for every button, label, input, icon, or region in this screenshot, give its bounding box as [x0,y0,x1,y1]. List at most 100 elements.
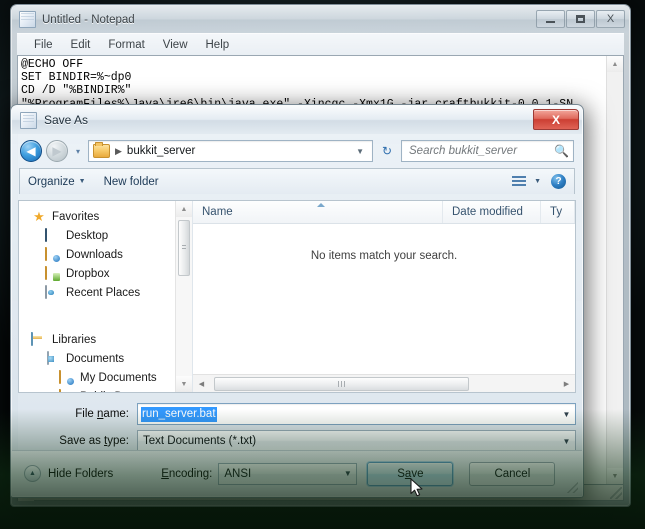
close-button[interactable]: X [596,10,625,28]
folder-icon [59,388,61,392]
navigation-pane-scrollbar[interactable]: ▲ ▼ [175,201,192,392]
file-list-body[interactable]: No items match your search. [193,224,575,374]
scroll-up-icon[interactable]: ▲ [176,201,192,217]
column-header-date-modified[interactable]: Date modified [443,201,541,223]
folder-icon [93,142,110,158]
resize-grip[interactable] [610,486,622,499]
search-input[interactable]: Search bukkit_server 🔍 [401,140,574,162]
menu-item-view[interactable]: View [154,37,197,53]
history-dropdown-icon[interactable]: ▾ [72,147,84,156]
dialog-title: Save As [44,113,89,127]
save-as-dialog: Save As X ◀ ▶ ▾ ▶ bukkit_server ▼ ↻ Sear… [10,104,584,498]
new-folder-label: New folder [103,175,159,188]
dialog-button-bar: ▲ Hide Folders Encoding: ANSI ▼ Save Can… [12,450,582,496]
menu-item-help[interactable]: Help [197,37,239,53]
chevron-up-icon: ▲ [24,465,41,482]
desktop-icon [45,227,47,242]
notepad-window-controls: X [536,10,625,28]
scroll-left-icon[interactable]: ◀ [193,375,210,392]
forward-button[interactable]: ▶ [46,140,68,162]
file-name-value: run_server.bat [141,406,217,422]
resize-grip[interactable] [567,482,578,493]
scroll-right-icon[interactable]: ▶ [558,375,575,392]
scroll-up-icon[interactable]: ▲ [607,56,623,72]
save-as-type-label: Save as type: [59,435,129,447]
sidebar-item-dropbox[interactable]: Dropbox [19,264,175,283]
document-library-icon [47,350,49,365]
dialog-close-button[interactable]: X [533,109,579,130]
sidebar-item-libraries[interactable]: Libraries [19,330,175,349]
sidebar-item-downloads[interactable]: Downloads [19,245,175,264]
scrollbar-thumb[interactable] [178,220,190,276]
sidebar-item-favorites[interactable]: ★ Favorites [19,207,175,226]
menu-item-format[interactable]: Format [99,37,153,53]
notepad-title: Untitled - Notepad [42,13,135,26]
scrollbar-thumb[interactable] [214,377,469,391]
notepad-vertical-scrollbar[interactable]: ▲ ▼ [606,56,623,484]
file-name-label: File name: [75,408,129,420]
help-icon[interactable]: ? [551,174,566,189]
hide-folders-label: Hide Folders [48,467,114,480]
hide-folders-button[interactable]: ▲ Hide Folders [24,465,113,482]
chevron-down-icon: ▼ [534,178,541,185]
cancel-button[interactable]: Cancel [469,461,556,486]
organize-button[interactable]: Organize ▼ [28,176,86,188]
sidebar-item-label: Favorites [52,210,100,223]
sidebar-item-desktop[interactable]: Desktop [19,226,175,245]
sidebar-item-documents[interactable]: Documents [19,349,175,368]
chevron-down-icon[interactable]: ▼ [558,404,575,424]
file-list-view: Name Date modified Ty No items match you… [193,201,575,392]
navigation-pane-list: ★ Favorites Desktop Downloads Dropbox Re… [19,201,175,392]
change-view-button[interactable]: ▼ [512,175,541,188]
sidebar-item-label: Downloads [66,248,123,261]
file-list-header: Name Date modified Ty [193,201,575,224]
scroll-down-icon[interactable]: ▼ [176,376,192,392]
save-as-type-row: Save as type: Text Documents (*.txt) ▼ [18,430,576,452]
column-header-type[interactable]: Ty [541,201,575,223]
recent-places-icon [45,284,47,299]
encoding-select[interactable]: ANSI ▼ [218,462,358,485]
sidebar-item-my-documents[interactable]: My Documents [19,368,175,387]
new-folder-button[interactable]: New folder [104,176,159,188]
desktop-background: Untitled - Notepad X File Edit Format Vi… [0,0,645,529]
refresh-button[interactable]: ↻ [377,140,397,162]
save-button-label: Save [397,467,424,480]
sidebar-item-label: My Documents [80,371,157,384]
scroll-down-icon[interactable]: ▼ [607,468,623,484]
notepad-document-icon [20,111,37,129]
chevron-down-icon[interactable]: ▼ [558,431,575,451]
menu-item-edit[interactable]: Edit [62,37,100,53]
breadcrumb-current-folder[interactable]: bukkit_server [127,145,352,157]
file-name-input[interactable]: run_server.bat ▼ [137,403,576,425]
sidebar-item-recent-places[interactable]: Recent Places [19,283,175,302]
save-as-type-select[interactable]: Text Documents (*.txt) ▼ [137,430,576,452]
save-as-type-value: Text Documents (*.txt) [143,435,257,447]
scrollbar-track[interactable] [210,375,558,392]
column-header-name[interactable]: Name [193,201,443,223]
notepad-titlebar: Untitled - Notepad X [12,6,629,33]
sidebar-item-public-documents[interactable]: Public Documents [19,387,175,392]
minimize-button[interactable] [536,10,565,28]
encoding-value: ANSI [224,467,252,480]
sidebar-item-label: Recent Places [66,286,141,299]
maximize-button[interactable] [566,10,595,28]
folder-icon [59,369,61,384]
sidebar-item-label: Dropbox [66,267,110,280]
sidebar-item-label: Libraries [52,333,97,346]
dropbox-folder-icon [45,265,47,280]
back-button[interactable]: ◀ [20,140,42,162]
dialog-content-area: ★ Favorites Desktop Downloads Dropbox Re… [18,200,576,393]
refresh-icon: ↻ [381,144,393,158]
menu-item-file[interactable]: File [25,37,62,53]
search-icon: 🔍 [554,144,569,158]
chevron-down-icon[interactable]: ▼ [339,464,356,484]
notepad-document-icon [19,11,36,28]
notepad-menubar: File Edit Format View Help [17,33,624,56]
save-button[interactable]: Save [367,461,454,486]
file-list-horizontal-scrollbar[interactable]: ◀ ▶ [193,374,575,392]
search-placeholder: Search bukkit_server [409,145,518,157]
chevron-down-icon[interactable]: ▼ [352,147,368,156]
column-header-label: Name [202,206,233,218]
address-bar[interactable]: ▶ bukkit_server ▼ [88,140,373,162]
